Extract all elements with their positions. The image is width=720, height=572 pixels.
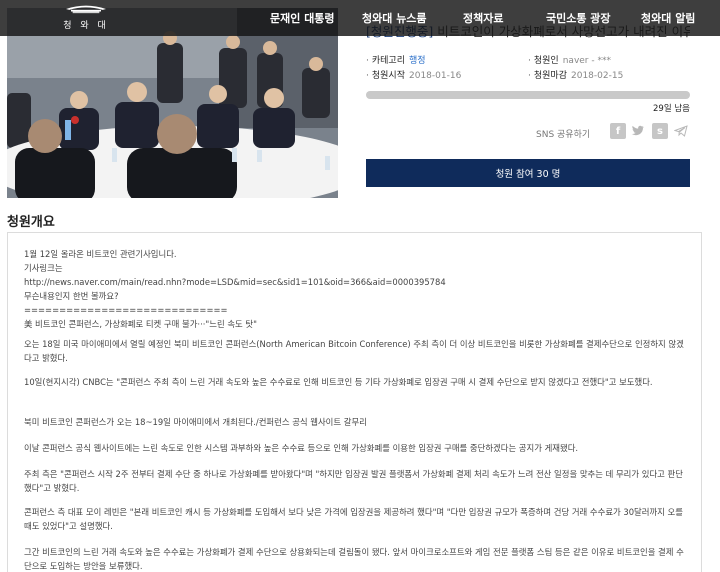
blue-house-roof-icon [66,5,106,14]
category-label: 카테고리 [371,56,405,66]
petitioner-row: · 청원인 naver - *** [528,56,611,66]
end-date-row: · 청원마감 2018-02-15 [528,71,624,81]
overview-paragraph: 이날 콘퍼런스 공식 웹사이트에는 느린 속도로 인한 시스템 과부하와 높은 … [24,443,579,453]
facebook-icon[interactable]: f [610,123,626,139]
petitioner-value: naver - *** [562,56,611,66]
end-date-value: 2018-02-15 [571,71,624,81]
nav-president[interactable]: 문재인 대통령 [270,10,335,26]
nav-newsroom[interactable]: 청와대 뉴스룸 [362,10,427,26]
overview-paragraph: 북미 비트코인 콘퍼런스가 오는 18~19일 마이애미에서 개최된다./컨퍼런… [24,417,367,427]
join-petition-button[interactable]: 청원 참여 30 명 [366,159,690,187]
overview-paragraph: 오는 18일 미국 마이애미에서 열릴 예정인 북미 비트코인 콘퍼런스(Nor… [24,339,684,363]
overview-paragraph: 그간 비트코인의 느린 거래 속도와 높은 수수료는 가상화폐가 결제 수단으로… [24,547,684,571]
end-date-label: 청원마감 [533,71,567,81]
petitioner-label: 청원인 [533,56,559,66]
category-row: · 카테고리 행정 [366,56,426,66]
start-date-label: 청원시작 [371,71,405,81]
overview-paragraph: 콘퍼런스 측 대표 모이 레빈은 "본래 비트코인 캐시 등 가상화폐를 도입해… [24,507,686,531]
category-value[interactable]: 행정 [409,56,426,66]
nav-notice[interactable]: 청와대 알림 [641,10,695,26]
overview-title: 청원개요 [7,215,55,230]
start-date-value: 2018-01-16 [409,71,462,81]
overview-paragraph: 10일(현지시각) CNBC는 "콘퍼런스 주최 측이 느린 거래 속도와 높은… [24,377,653,387]
summit-meeting-photo [7,8,338,198]
petition-progress-bar [366,91,690,99]
twitter-icon[interactable] [630,123,646,139]
kakaostory-icon[interactable]: s [652,123,668,139]
nav-communication[interactable]: 국민소통 광장 [546,10,611,26]
telegram-icon[interactable] [673,123,689,139]
overview-content: 1월 12일 올라온 비트코인 관련기사입니다. 기사링크는 http://ne… [7,232,702,572]
sns-share-label: SNS 공유하기 [536,130,591,140]
days-left: 29일 남음 [653,104,690,114]
top-navigation-bar: 청 와 대 문재인 대통령 청와대 뉴스룸 정책자료 국민소통 광장 청와대 알… [0,0,720,36]
overview-paragraph: 1월 12일 올라온 비트코인 관련기사입니다. 기사링크는 http://ne… [24,249,446,329]
cheongwadae-logo[interactable]: 청 와 대 [56,4,116,32]
logo-text: 청 와 대 [63,21,109,31]
start-date-row: · 청원시작 2018-01-16 [366,71,462,81]
nav-policy[interactable]: 정책자료 [463,10,503,26]
overview-paragraph: 주최 측은 "콘퍼런스 시작 2주 전부터 결제 수단 중 하나로 가상화폐를 … [24,469,683,493]
